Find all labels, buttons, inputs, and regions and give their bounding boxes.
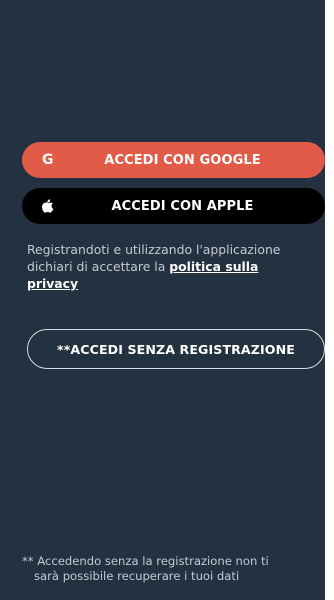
apple-login-label: ACCEDI CON APPLE xyxy=(111,198,254,214)
google-login-button[interactable]: G ACCEDI CON GOOGLE xyxy=(22,142,325,178)
apple-login-button[interactable]: ACCEDI CON APPLE xyxy=(22,188,325,224)
footnote-line-1: ** Accedendo senza la registrazione non … xyxy=(22,554,269,568)
guest-login-label: **ACCEDI SENZA REGISTRAZIONE xyxy=(57,341,295,357)
guest-login-button[interactable]: **ACCEDI SENZA REGISTRAZIONE xyxy=(27,329,325,369)
google-login-label: ACCEDI CON GOOGLE xyxy=(104,152,261,168)
apple-icon xyxy=(42,199,54,213)
login-screen: G ACCEDI CON GOOGLE ACCEDI CON APPLE Reg… xyxy=(0,0,325,600)
footnote-line-2: sarà possibile recuperare i tuoi dati xyxy=(34,569,240,583)
privacy-notice: Registrandoti e utilizzando l'applicazio… xyxy=(27,241,322,292)
google-g-icon: G xyxy=(42,152,54,168)
guest-login-footnote: ** Accedendo senza la registrazione non … xyxy=(22,554,322,584)
